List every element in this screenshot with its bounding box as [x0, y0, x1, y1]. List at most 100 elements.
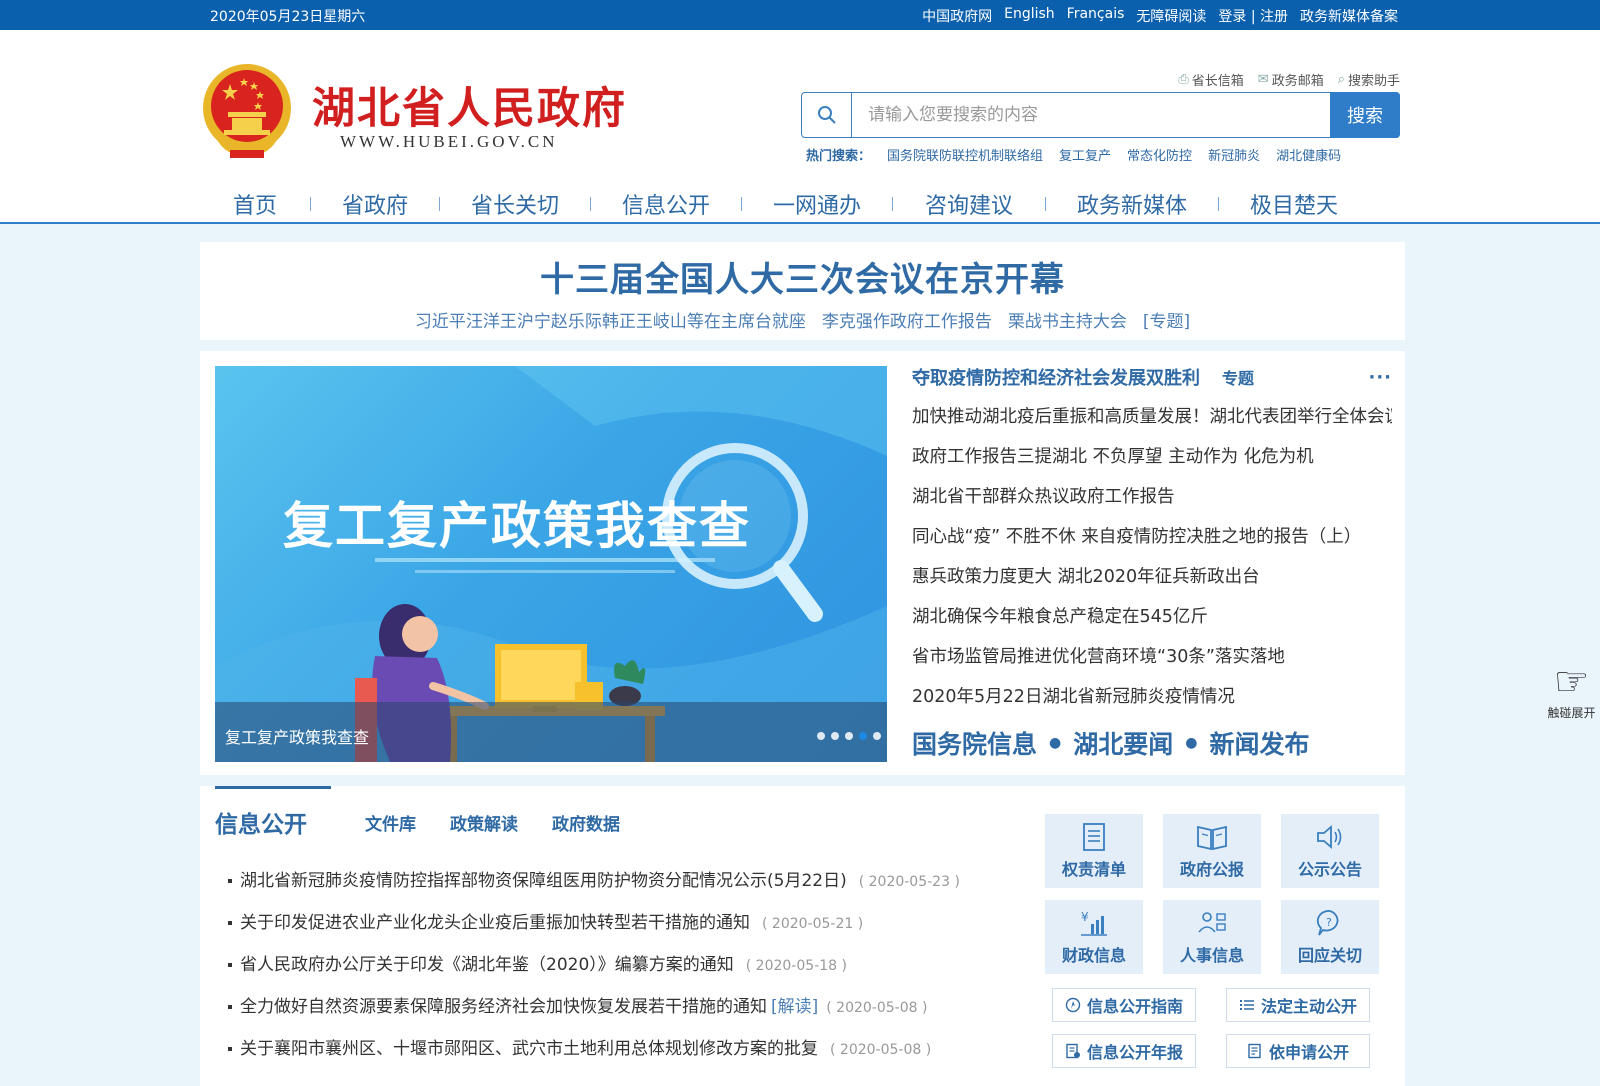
- interpretation-tag[interactable]: [解读]: [771, 997, 818, 1017]
- news-item[interactable]: 惠兵政策力度更大 湖北2020年征兵新政出台: [912, 557, 1392, 597]
- news-item[interactable]: 湖北确保今年粮食总产稳定在545亿斤: [912, 597, 1392, 637]
- link-english[interactable]: English: [1004, 6, 1055, 26]
- carousel-dot-active[interactable]: [859, 732, 867, 740]
- tile-power-list[interactable]: 权责清单: [1045, 814, 1143, 888]
- headline-special-link[interactable]: [专题]: [1143, 307, 1190, 332]
- printer-icon: ⎙: [1178, 72, 1189, 87]
- nav-provincial-gov[interactable]: 省政府: [311, 188, 439, 220]
- link-statutory-disclosure[interactable]: 法定主动公开: [1226, 988, 1370, 1022]
- nav-one-stop-service[interactable]: 一网通办: [742, 188, 892, 220]
- banner-caption-bar: 复工复产政策我查查: [215, 702, 887, 762]
- tile-personnel-info[interactable]: 人事信息: [1163, 900, 1261, 974]
- info-item[interactable]: 全力做好自然资源要素保障服务经济社会加快恢复发展若干措施的通知 [解读]( 202…: [228, 986, 1008, 1028]
- hot-keyword[interactable]: 复工复产: [1059, 145, 1111, 164]
- search-assistant-link[interactable]: ⌕ 搜索助手: [1338, 70, 1400, 89]
- nav-governor-concerns[interactable]: 省长关切: [440, 188, 590, 220]
- carousel-dot[interactable]: [831, 732, 839, 740]
- tab-gov-data[interactable]: 政府数据: [552, 810, 620, 839]
- news-big-links: 国务院信息 ● 湖北要闻 ● 新闻发布: [912, 725, 1309, 761]
- carousel-dot[interactable]: [873, 732, 881, 740]
- link-disclosure-guide[interactable]: 信息公开指南: [1052, 988, 1196, 1022]
- nav-new-media[interactable]: 政务新媒体: [1046, 188, 1218, 220]
- headline-sub-link[interactable]: 习近平汪洋王沪宁赵乐际韩正王岐山等在主席台就座: [415, 307, 806, 332]
- info-item[interactable]: 省人民政府办公厅关于印发《湖北年鉴（2020）》编纂方案的通知( 2020-05…: [228, 944, 1008, 986]
- link-francais[interactable]: Français: [1067, 6, 1125, 26]
- tile-respond-concerns[interactable]: ? 回应关切: [1281, 900, 1379, 974]
- tab-file-library[interactable]: 文件库: [365, 810, 416, 839]
- question-bubble-icon: ?: [1316, 910, 1339, 936]
- news-item[interactable]: 湖北省干部群众热议政府工作报告: [912, 477, 1392, 517]
- hot-keyword[interactable]: 新冠肺炎: [1208, 145, 1260, 164]
- site-domain: WWW.HUBEI.GOV.CN: [340, 132, 558, 151]
- news-topic-title[interactable]: 夺取疫情防控和经济社会发展双胜利: [912, 364, 1200, 390]
- news-item[interactable]: 政府工作报告三提湖北 不负厚望 主动作为 化危为机: [912, 437, 1392, 477]
- form-icon: [1248, 1043, 1261, 1059]
- site-title: 湖北省人民政府: [312, 84, 627, 134]
- headline-sub-link[interactable]: 栗战书主持大会: [1008, 307, 1127, 332]
- compass-icon: [1065, 997, 1081, 1013]
- info-item[interactable]: 湖北省新冠肺炎疫情防控指挥部物资保障组医用防护物资分配情况公示(5月22日)( …: [228, 860, 1008, 902]
- headline-sub-link[interactable]: 李克强作政府工作报告: [822, 307, 992, 332]
- top-bar: 2020年05月23日星期六 中国政府网 English Français 无障…: [0, 0, 1600, 30]
- info-disclosure-section: 信息公开 文件库 政策解读 政府数据 湖北省新冠肺炎疫情防控指挥部物资保障组医用…: [200, 786, 1405, 1086]
- nav-info-disclosure[interactable]: 信息公开: [591, 188, 741, 220]
- headline-title[interactable]: 十三届全国人大三次会议在京开幕: [200, 252, 1405, 301]
- tab-policy-interpretation[interactable]: 政策解读: [450, 810, 518, 839]
- list-icon: [1083, 823, 1105, 851]
- report-icon: [1066, 1043, 1080, 1059]
- hot-keyword[interactable]: 国务院联防联控机制联络组: [887, 145, 1043, 164]
- tile-finance-info[interactable]: ¥ 财政信息: [1045, 900, 1143, 974]
- carousel-dot[interactable]: [845, 732, 853, 740]
- link-accessibility[interactable]: 无障碍阅读: [1136, 6, 1206, 26]
- search-input[interactable]: [854, 93, 1312, 137]
- news-item[interactable]: 省市场监管局推进优化营商环境“30条”落实落地: [912, 637, 1392, 677]
- hot-search-row: 热门搜索： 国务院联防联控机制联络组 复工复产 常态化防控 新冠肺炎 湖北健康码: [806, 145, 1341, 164]
- hot-keyword[interactable]: 常态化防控: [1127, 145, 1192, 164]
- disclosure-links: 信息公开指南 法定主动公开 信息公开年报 依申请公开: [1052, 988, 1370, 1068]
- nav-consultation[interactable]: 咨询建议: [893, 188, 1045, 220]
- governor-mailbox-link[interactable]: ⎙ 省长信箱: [1178, 70, 1243, 89]
- news-item[interactable]: 加快推动湖北疫后重振和高质量发展！湖北代表团举行全体会议: [912, 397, 1392, 437]
- bullet-separator: ●: [1185, 735, 1198, 751]
- link-request-disclosure[interactable]: 依申请公开: [1226, 1034, 1370, 1068]
- side-touch-expand[interactable]: ☞ 触碰展开: [1543, 660, 1600, 730]
- nav-home[interactable]: 首页: [200, 188, 310, 220]
- news-special-link[interactable]: 专题: [1222, 365, 1254, 389]
- news-item[interactable]: 2020年5月22日湖北省新冠肺炎疫情情况: [912, 677, 1392, 717]
- bullet-separator: ●: [1049, 735, 1062, 751]
- link-state-council-info[interactable]: 国务院信息: [912, 725, 1037, 761]
- info-item[interactable]: 关于襄阳市襄州区、十堰市郧阳区、武穴市土地利用总体规划修改方案的批复( 2020…: [228, 1028, 1008, 1070]
- link-annual-report[interactable]: 信息公开年报: [1052, 1034, 1196, 1068]
- gov-mail-link[interactable]: ✉ 政务邮箱: [1258, 70, 1324, 89]
- main-nav: 首页 省政府 省长关切 信息公开 一网通办 咨询建议 政务新媒体 极目楚天: [200, 184, 1372, 224]
- tile-public-notice[interactable]: 公示公告: [1281, 814, 1379, 888]
- tile-gov-gazette[interactable]: 政府公报: [1163, 814, 1261, 888]
- banner-carousel[interactable]: 复工复产政策我查查 复工复产政策我查查: [215, 366, 887, 762]
- news-item[interactable]: 同心战“疫” 不胜不休 来自疫情防控决胜之地的报告（上）: [912, 517, 1392, 557]
- news-list: 加快推动湖北疫后重振和高质量发展！湖北代表团举行全体会议 政府工作报告三提湖北 …: [912, 397, 1392, 717]
- info-item[interactable]: 关于印发促进农业产业化龙头企业疫后重振加快转型若干措施的通知( 2020-05-…: [228, 902, 1008, 944]
- link-hubei-news[interactable]: 湖北要闻: [1073, 725, 1173, 761]
- news-more-button[interactable]: ···: [1368, 367, 1392, 388]
- side-touch-label: 触碰展开: [1547, 706, 1596, 720]
- magnifier-icon: ⌕: [1337, 72, 1345, 87]
- tab-info-disclosure[interactable]: 信息公开: [215, 786, 331, 839]
- link-gov-cn[interactable]: 中国政府网: [922, 6, 992, 26]
- carousel-dots: [817, 732, 881, 740]
- bullet-dot: [228, 921, 232, 925]
- info-tabs: 信息公开 文件库 政策解读 政府数据: [215, 786, 620, 839]
- nav-jimu-chutian[interactable]: 极目楚天: [1219, 188, 1369, 220]
- search-button[interactable]: 搜索: [1330, 92, 1400, 138]
- bullet-dot: [228, 1047, 232, 1051]
- carousel-dot[interactable]: [817, 732, 825, 740]
- headline-block: 十三届全国人大三次会议在京开幕 习近平汪洋王沪宁赵乐际韩正王岐山等在主席台就座 …: [200, 242, 1405, 340]
- feature-section: 复工复产政策我查查 复工复产政策我查查 夺取疫情防控和经济社会发展双胜利 专题 …: [200, 351, 1405, 775]
- national-emblem-icon: [203, 64, 291, 158]
- search-box: 搜索: [801, 92, 1400, 138]
- link-login-register[interactable]: 登录 | 注册: [1218, 6, 1288, 26]
- link-press-release[interactable]: 新闻发布: [1209, 725, 1309, 761]
- current-date: 2020年05月23日星期六: [210, 9, 366, 25]
- link-new-media-filing[interactable]: 政务新媒体备案: [1300, 6, 1398, 26]
- banner-caption[interactable]: 复工复产政策我查查: [225, 724, 369, 748]
- hot-keyword[interactable]: 湖北健康码: [1276, 145, 1341, 164]
